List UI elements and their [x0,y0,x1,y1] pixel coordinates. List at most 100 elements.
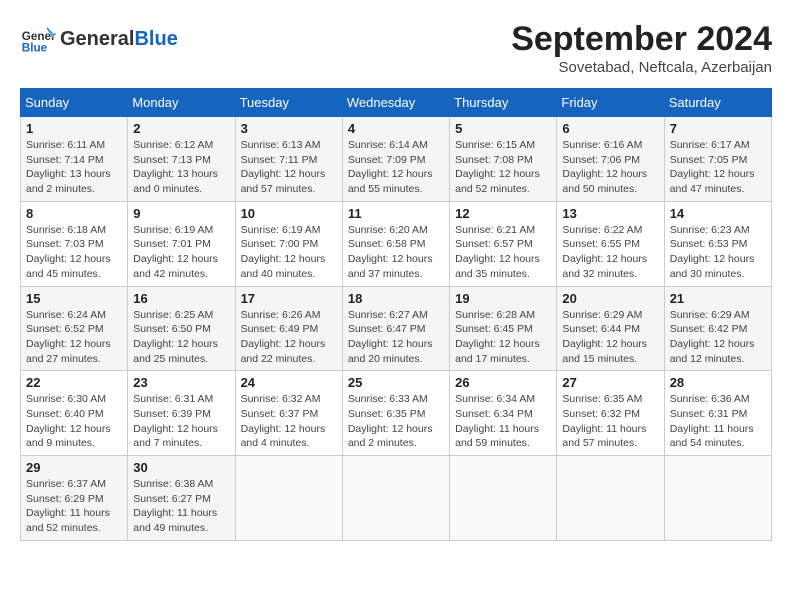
sunrise-time: Sunrise: 6:19 AM [133,224,213,236]
daylight-hours: Daylight: 12 hours and 47 minutes. [670,168,755,195]
sunrise-time: Sunrise: 6:38 AM [133,478,213,490]
daylight-hours: Daylight: 13 hours and 0 minutes. [133,168,218,195]
day-detail: Sunrise: 6:13 AM Sunset: 7:11 PM Dayligh… [241,138,337,197]
day-detail: Sunrise: 6:27 AM Sunset: 6:47 PM Dayligh… [348,308,444,367]
logo-icon: General Blue [20,20,56,56]
daylight-hours: Daylight: 12 hours and 22 minutes. [241,338,326,365]
daylight-hours: Daylight: 12 hours and 42 minutes. [133,253,218,280]
sunrise-time: Sunrise: 6:28 AM [455,309,535,321]
day-detail: Sunrise: 6:30 AM Sunset: 6:40 PM Dayligh… [26,392,122,451]
sunrise-time: Sunrise: 6:25 AM [133,309,213,321]
calendar-cell: 17 Sunrise: 6:26 AM Sunset: 6:49 PM Dayl… [235,286,342,371]
sunset-time: Sunset: 6:49 PM [241,323,319,335]
header-friday: Friday [557,89,664,117]
calendar-cell: 3 Sunrise: 6:13 AM Sunset: 7:11 PM Dayli… [235,117,342,202]
weekday-header-row: Sunday Monday Tuesday Wednesday Thursday… [21,89,772,117]
day-number: 25 [348,375,444,390]
sunset-time: Sunset: 6:32 PM [562,408,640,420]
sunset-time: Sunset: 6:52 PM [26,323,104,335]
calendar-cell: 5 Sunrise: 6:15 AM Sunset: 7:08 PM Dayli… [450,117,557,202]
sunrise-time: Sunrise: 6:12 AM [133,139,213,151]
sunset-time: Sunset: 6:37 PM [241,408,319,420]
calendar-body: 1 Sunrise: 6:11 AM Sunset: 7:14 PM Dayli… [21,117,772,541]
day-detail: Sunrise: 6:19 AM Sunset: 7:01 PM Dayligh… [133,223,229,282]
day-number: 2 [133,121,229,136]
sunset-time: Sunset: 7:05 PM [670,154,748,166]
calendar-cell: 1 Sunrise: 6:11 AM Sunset: 7:14 PM Dayli… [21,117,128,202]
day-number: 14 [670,206,766,221]
sunset-time: Sunset: 6:50 PM [133,323,211,335]
header-thursday: Thursday [450,89,557,117]
day-number: 24 [241,375,337,390]
sunset-time: Sunset: 6:55 PM [562,238,640,250]
header-wednesday: Wednesday [342,89,449,117]
sunrise-time: Sunrise: 6:14 AM [348,139,428,151]
daylight-hours: Daylight: 12 hours and 7 minutes. [133,423,218,450]
calendar-cell: 26 Sunrise: 6:34 AM Sunset: 6:34 PM Dayl… [450,371,557,456]
sunrise-time: Sunrise: 6:15 AM [455,139,535,151]
daylight-hours: Daylight: 12 hours and 12 minutes. [670,338,755,365]
title-block: September 2024 Sovetabad, Neftcala, Azer… [511,20,772,76]
calendar-cell: 28 Sunrise: 6:36 AM Sunset: 6:31 PM Dayl… [664,371,771,456]
daylight-hours: Daylight: 12 hours and 17 minutes. [455,338,540,365]
sunset-time: Sunset: 6:53 PM [670,238,748,250]
day-detail: Sunrise: 6:26 AM Sunset: 6:49 PM Dayligh… [241,308,337,367]
day-detail: Sunrise: 6:20 AM Sunset: 6:58 PM Dayligh… [348,223,444,282]
calendar-cell: 18 Sunrise: 6:27 AM Sunset: 6:47 PM Dayl… [342,286,449,371]
day-detail: Sunrise: 6:28 AM Sunset: 6:45 PM Dayligh… [455,308,551,367]
sunrise-time: Sunrise: 6:20 AM [348,224,428,236]
day-detail: Sunrise: 6:36 AM Sunset: 6:31 PM Dayligh… [670,392,766,451]
day-detail: Sunrise: 6:12 AM Sunset: 7:13 PM Dayligh… [133,138,229,197]
sunset-time: Sunset: 6:58 PM [348,238,426,250]
day-detail: Sunrise: 6:31 AM Sunset: 6:39 PM Dayligh… [133,392,229,451]
sunset-time: Sunset: 6:35 PM [348,408,426,420]
sunset-time: Sunset: 6:42 PM [670,323,748,335]
daylight-hours: Daylight: 12 hours and 30 minutes. [670,253,755,280]
sunset-time: Sunset: 7:14 PM [26,154,104,166]
day-number: 28 [670,375,766,390]
calendar-cell: 16 Sunrise: 6:25 AM Sunset: 6:50 PM Dayl… [128,286,235,371]
header-monday: Monday [128,89,235,117]
sunset-time: Sunset: 7:00 PM [241,238,319,250]
sunrise-time: Sunrise: 6:32 AM [241,393,321,405]
calendar-cell: 11 Sunrise: 6:20 AM Sunset: 6:58 PM Dayl… [342,201,449,286]
header-saturday: Saturday [664,89,771,117]
day-detail: Sunrise: 6:22 AM Sunset: 6:55 PM Dayligh… [562,223,658,282]
calendar-cell: 8 Sunrise: 6:18 AM Sunset: 7:03 PM Dayli… [21,201,128,286]
day-number: 16 [133,291,229,306]
day-number: 3 [241,121,337,136]
sunset-time: Sunset: 6:34 PM [455,408,533,420]
day-number: 10 [241,206,337,221]
day-detail: Sunrise: 6:24 AM Sunset: 6:52 PM Dayligh… [26,308,122,367]
day-number: 7 [670,121,766,136]
logo-text: GeneralBlue [60,25,178,51]
day-detail: Sunrise: 6:29 AM Sunset: 6:44 PM Dayligh… [562,308,658,367]
calendar-cell [235,456,342,541]
sunrise-time: Sunrise: 6:34 AM [455,393,535,405]
daylight-hours: Daylight: 11 hours and 49 minutes. [133,507,217,534]
calendar-cell: 15 Sunrise: 6:24 AM Sunset: 6:52 PM Dayl… [21,286,128,371]
sunrise-time: Sunrise: 6:36 AM [670,393,750,405]
calendar-cell: 24 Sunrise: 6:32 AM Sunset: 6:37 PM Dayl… [235,371,342,456]
daylight-hours: Daylight: 11 hours and 54 minutes. [670,423,754,450]
day-detail: Sunrise: 6:23 AM Sunset: 6:53 PM Dayligh… [670,223,766,282]
day-number: 29 [26,460,122,475]
page-header: General Blue GeneralBlue September 2024 … [20,20,772,76]
daylight-hours: Daylight: 12 hours and 45 minutes. [26,253,111,280]
calendar-week-row: 29 Sunrise: 6:37 AM Sunset: 6:29 PM Dayl… [21,456,772,541]
day-number: 12 [455,206,551,221]
sunrise-time: Sunrise: 6:16 AM [562,139,642,151]
daylight-hours: Daylight: 11 hours and 52 minutes. [26,507,110,534]
day-detail: Sunrise: 6:34 AM Sunset: 6:34 PM Dayligh… [455,392,551,451]
sunset-time: Sunset: 6:47 PM [348,323,426,335]
calendar-cell: 12 Sunrise: 6:21 AM Sunset: 6:57 PM Dayl… [450,201,557,286]
calendar-cell: 2 Sunrise: 6:12 AM Sunset: 7:13 PM Dayli… [128,117,235,202]
calendar-cell: 20 Sunrise: 6:29 AM Sunset: 6:44 PM Dayl… [557,286,664,371]
calendar-cell: 22 Sunrise: 6:30 AM Sunset: 6:40 PM Dayl… [21,371,128,456]
calendar-cell: 27 Sunrise: 6:35 AM Sunset: 6:32 PM Dayl… [557,371,664,456]
day-number: 17 [241,291,337,306]
sunset-time: Sunset: 7:09 PM [348,154,426,166]
daylight-hours: Daylight: 12 hours and 2 minutes. [348,423,433,450]
sunrise-time: Sunrise: 6:22 AM [562,224,642,236]
daylight-hours: Daylight: 12 hours and 15 minutes. [562,338,647,365]
